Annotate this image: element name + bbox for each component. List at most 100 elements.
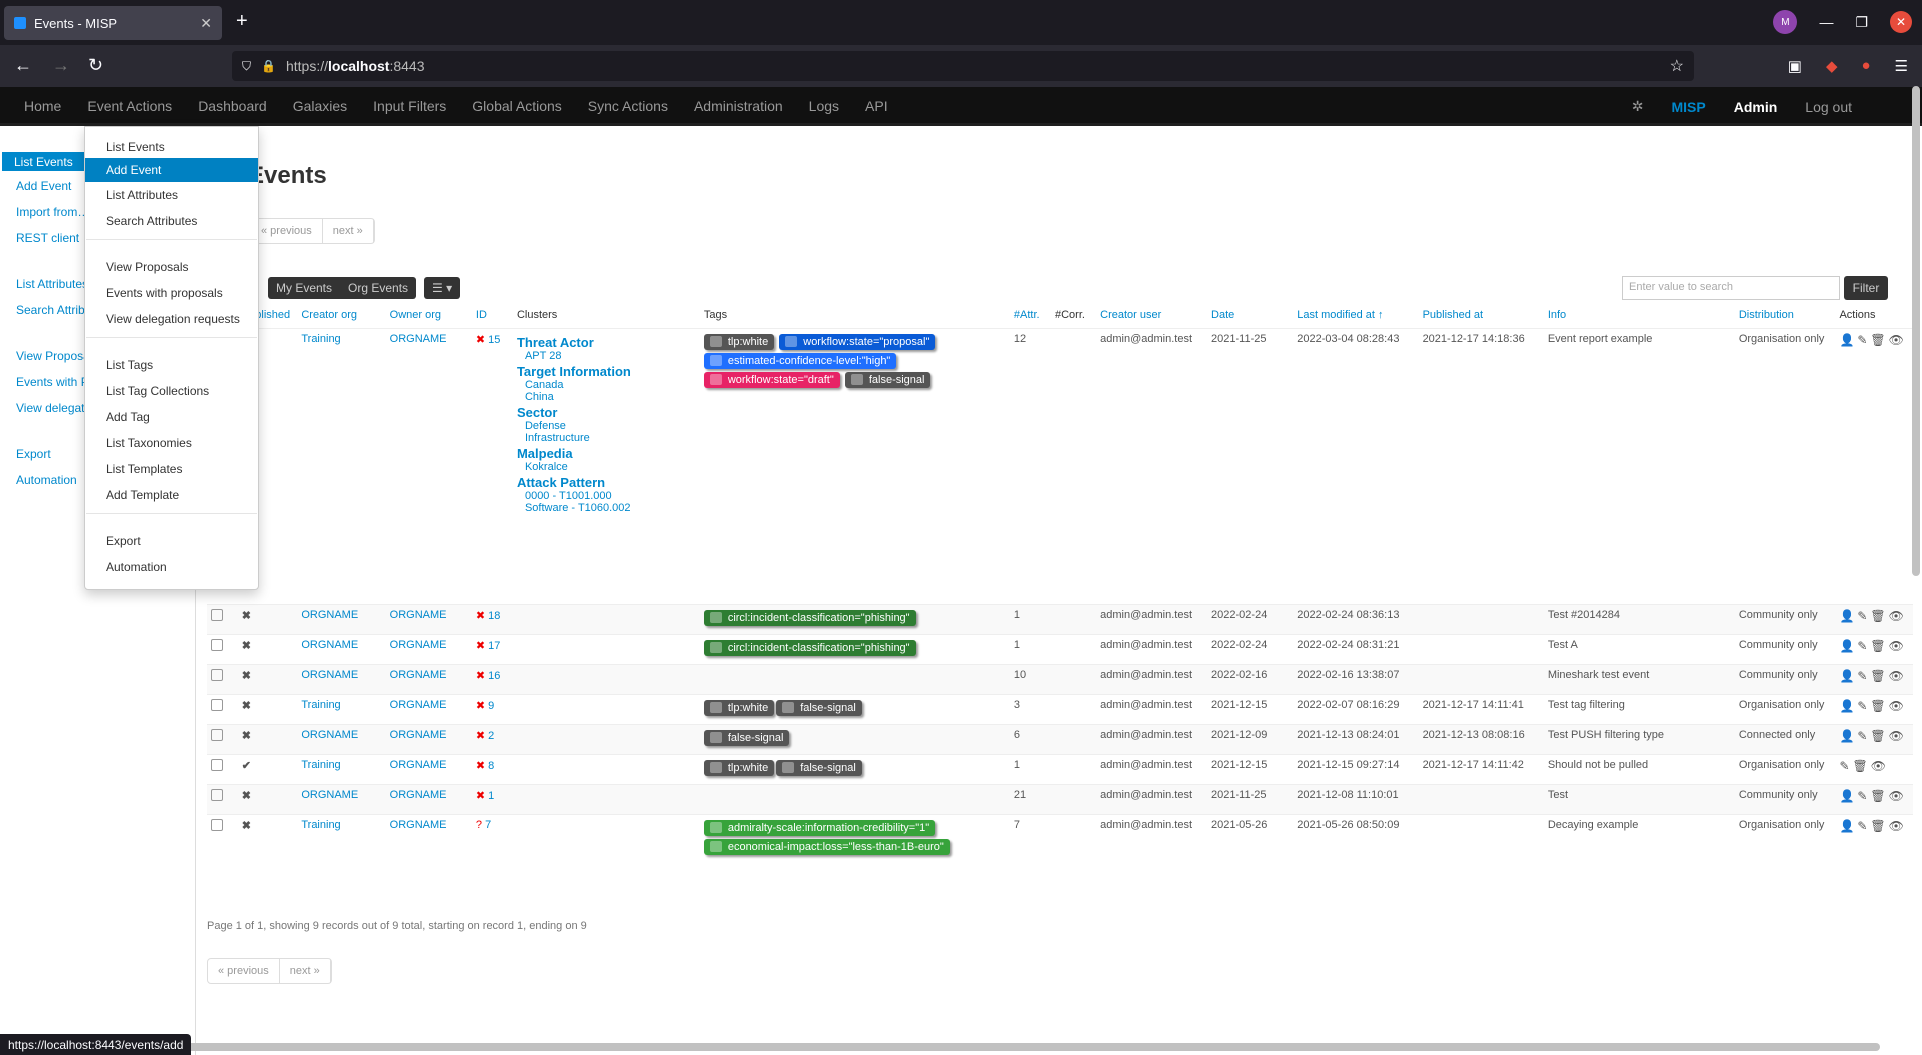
row-checkbox[interactable] xyxy=(211,758,223,771)
menu-galaxies[interactable]: Galaxies xyxy=(293,98,347,114)
creator-org-link[interactable]: Training xyxy=(301,759,340,771)
cluster-value[interactable]: Defense xyxy=(517,420,696,432)
vertical-scrollbar[interactable] xyxy=(1912,86,1920,576)
dropdown-list-tag-collections[interactable]: List Tag Collections xyxy=(85,379,258,403)
cluster-threat-actor[interactable]: Threat Actor xyxy=(517,335,696,350)
next-page-link[interactable]: next » xyxy=(280,959,331,983)
extension-icon[interactable]: ◆ xyxy=(1826,57,1838,75)
row-actions[interactable]: 👤✎🗑👁 xyxy=(1835,663,1913,694)
owner-org-link[interactable]: ORGNAME xyxy=(390,789,447,801)
row-checkbox[interactable] xyxy=(211,728,223,741)
tag[interactable]: workflow:state="proposal" xyxy=(779,333,936,350)
menu-home[interactable]: Home xyxy=(24,98,61,114)
cluster-value[interactable]: APT 28 xyxy=(517,350,696,362)
dropdown-list-templates[interactable]: List Templates xyxy=(85,457,258,481)
sidebar-item-export[interactable]: Export xyxy=(16,447,51,461)
row-checkbox[interactable] xyxy=(211,668,223,681)
cluster-target-information[interactable]: Target Information xyxy=(517,364,696,379)
dropdown-add-event[interactable]: Add Event xyxy=(85,158,258,182)
cluster-value[interactable]: Canada xyxy=(517,379,696,391)
row-checkbox[interactable] xyxy=(211,608,223,621)
creator-org-link[interactable]: ORGNAME xyxy=(301,609,358,621)
row-checkbox[interactable] xyxy=(211,638,223,651)
row-actions[interactable]: 👤✎🗑👁 xyxy=(1835,633,1913,664)
tag[interactable]: false-signal xyxy=(776,699,862,716)
row-checkbox[interactable] xyxy=(211,698,223,711)
tag[interactable]: workflow:state="draft" xyxy=(703,371,840,388)
menu-event-actions[interactable]: Event Actions xyxy=(87,98,172,114)
org-events-button[interactable]: Org Events xyxy=(340,277,416,299)
col-creator-user[interactable]: Creator user xyxy=(1096,302,1207,328)
dropdown-list-tags[interactable]: List Tags xyxy=(85,353,258,377)
tag[interactable]: false-signal xyxy=(776,759,862,776)
profile-icon[interactable]: M xyxy=(1773,10,1798,34)
menu-dashboard[interactable]: Dashboard xyxy=(198,98,267,114)
dropdown-list-attributes[interactable]: List Attributes xyxy=(85,183,258,207)
tag[interactable]: false-signal xyxy=(703,729,790,746)
row-checkbox[interactable] xyxy=(211,788,223,801)
creator-org-link[interactable]: Training xyxy=(301,699,340,711)
minimize-icon[interactable]: — xyxy=(1819,14,1833,30)
tag[interactable]: circl:incident-classification="phishing" xyxy=(703,609,916,626)
cluster-malpedia[interactable]: Malpedia xyxy=(517,446,696,461)
menu-api[interactable]: API xyxy=(865,98,888,114)
menu-sync-actions[interactable]: Sync Actions xyxy=(588,98,668,114)
dropdown-search-attributes[interactable]: Search Attributes xyxy=(85,209,258,233)
close-window-icon[interactable]: ✕ xyxy=(1890,11,1912,33)
cluster-value[interactable]: Kokralce xyxy=(517,461,696,473)
menu-input-filters[interactable]: Input Filters xyxy=(373,98,446,114)
event-id-link[interactable]: 8 xyxy=(488,760,494,772)
url-bar[interactable]: ⛉ 🔒 https://localhost:8443 ☆ xyxy=(232,51,1694,81)
menu-administration[interactable]: Administration xyxy=(694,98,783,114)
row-actions[interactable]: 👤✎🗑👁 xyxy=(1835,783,1913,814)
event-id-link[interactable]: 2 xyxy=(488,730,494,742)
dropdown-add-template[interactable]: Add Template xyxy=(85,483,258,507)
owner-org-link[interactable]: ORGNAME xyxy=(390,609,447,621)
col-published-at[interactable]: Published at xyxy=(1419,302,1544,328)
tag[interactable]: admiralty-scale:information-credibility=… xyxy=(703,819,936,836)
cluster-value[interactable]: Software - T1060.002 xyxy=(517,502,696,514)
sidebar-item-rest-client[interactable]: REST client xyxy=(16,231,79,245)
prev-page-link[interactable]: « previous xyxy=(251,219,323,243)
forward-icon[interactable]: → xyxy=(52,55,70,76)
shield-icon[interactable]: ⛉ xyxy=(242,59,251,74)
my-events-button[interactable]: My Events xyxy=(268,277,340,299)
col-date[interactable]: Date xyxy=(1207,302,1293,328)
close-tab-icon[interactable]: ✕ xyxy=(200,15,212,32)
row-actions[interactable]: 👤✎🗑👁 xyxy=(1835,603,1913,634)
owner-org-link[interactable]: ORGNAME xyxy=(390,639,447,651)
row-actions[interactable]: 👤✎🗑👁 xyxy=(1835,327,1913,604)
owner-org-link[interactable]: ORGNAME xyxy=(390,729,447,741)
owner-org-link[interactable]: ORGNAME xyxy=(390,333,447,345)
creator-org-link[interactable]: Training xyxy=(301,333,340,345)
creator-org-link[interactable]: ORGNAME xyxy=(301,789,358,801)
creator-org-link[interactable]: ORGNAME xyxy=(301,639,358,651)
tag[interactable]: economical-impact:loss="less-than-1B-eur… xyxy=(703,838,950,855)
owner-org-link[interactable]: ORGNAME xyxy=(390,819,447,831)
dropdown-export[interactable]: Export xyxy=(85,529,258,553)
column-menu-button[interactable]: ☰ ▾ xyxy=(424,277,461,299)
next-page-link[interactable]: next » xyxy=(323,219,374,243)
sidebar-item-automation[interactable]: Automation xyxy=(16,473,77,487)
tag[interactable]: tlp:white xyxy=(703,333,775,350)
dropdown-list-events[interactable]: List Events xyxy=(85,135,258,159)
back-icon[interactable]: ← xyxy=(14,55,32,76)
logout-link[interactable]: Log out xyxy=(1805,99,1852,115)
col-last-modified[interactable]: Last modified at ↑ xyxy=(1293,302,1418,328)
cluster-sector[interactable]: Sector xyxy=(517,405,696,420)
filter-button[interactable]: Filter xyxy=(1844,276,1888,300)
row-actions[interactable]: 👤✎🗑👁 xyxy=(1835,723,1913,754)
event-id-link[interactable]: 17 xyxy=(488,640,500,652)
prev-page-link[interactable]: « previous xyxy=(208,959,280,983)
horizontal-scrollbar[interactable] xyxy=(0,1043,1880,1051)
browser-tab[interactable]: Events - MISP ✕ xyxy=(4,6,222,40)
creator-org-link[interactable]: Training xyxy=(301,819,340,831)
bookmark-star-icon[interactable]: ☆ xyxy=(1670,56,1684,76)
tag[interactable]: estimated-confidence-level:"high" xyxy=(703,352,897,369)
event-id-link[interactable]: 15 xyxy=(488,334,500,346)
pocket-icon[interactable]: ▣ xyxy=(1788,57,1802,75)
event-id-link[interactable]: 1 xyxy=(488,790,494,802)
dropdown-delegation-requests[interactable]: View delegation requests xyxy=(85,307,258,331)
sidebar-item-import[interactable]: Import from… xyxy=(16,205,89,219)
maximize-icon[interactable]: ❐ xyxy=(1855,14,1868,31)
